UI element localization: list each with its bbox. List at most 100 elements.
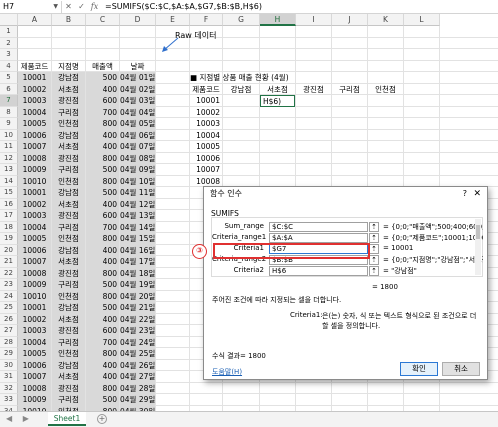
table-cell[interactable]: 04월 16일 [120, 244, 155, 256]
summary-code-cell[interactable]: 10003 [190, 118, 222, 130]
table-cell[interactable]: 10001 [18, 187, 51, 199]
summary-code-cell[interactable]: 10001 [190, 95, 222, 107]
row-header[interactable]: 9 [0, 118, 18, 130]
table-cell[interactable]: 10007 [18, 371, 51, 383]
table-cell[interactable]: 700 [86, 221, 119, 233]
table-cell[interactable]: 10006 [18, 129, 51, 141]
row-header[interactable]: 16 [0, 198, 18, 210]
row-header[interactable]: 6 [0, 83, 18, 95]
table-cell[interactable]: 광진점 [52, 382, 85, 394]
column-header[interactable]: E [156, 14, 190, 26]
table-cell[interactable]: 04월 07일 [120, 141, 155, 153]
table-cell[interactable]: 04월 18일 [120, 267, 155, 279]
table-cell[interactable]: 10001 [18, 302, 51, 314]
table-cell[interactable]: 04월 23일 [120, 325, 155, 337]
row-header[interactable]: 1 [0, 26, 18, 38]
table-cell[interactable]: 600 [86, 95, 119, 107]
argument-input[interactable]: $C:$C [269, 222, 368, 232]
table-cell[interactable]: 400 [86, 141, 119, 153]
table-cell[interactable]: 800 [86, 267, 119, 279]
table-cell[interactable]: 400 [86, 198, 119, 210]
table-cell[interactable]: 10005 [18, 348, 51, 360]
column-header[interactable]: I [296, 14, 332, 26]
table-cell[interactable]: 구리점 [52, 106, 85, 118]
table-cell[interactable]: 10003 [18, 95, 51, 107]
row-header[interactable]: 3 [0, 49, 18, 61]
row-header[interactable]: 29 [0, 348, 18, 360]
cancel-button[interactable]: 취소 [442, 362, 480, 376]
active-cell-h7[interactable]: H$6) [260, 95, 295, 107]
ok-button[interactable]: 확인 [400, 362, 438, 376]
table-cell[interactable]: 10005 [18, 233, 51, 245]
table-cell[interactable]: 500 [86, 187, 119, 199]
table-cell[interactable]: 광진점 [52, 210, 85, 222]
table-cell[interactable]: 10003 [18, 325, 51, 337]
table-cell[interactable]: 800 [86, 175, 119, 187]
row-header[interactable]: 31 [0, 371, 18, 383]
sheet-tab-sheet1[interactable]: Sheet1 [48, 412, 86, 426]
row-header[interactable]: 27 [0, 325, 18, 337]
table-cell[interactable]: 04월 19일 [120, 279, 155, 291]
table-cell[interactable]: 10002 [18, 198, 51, 210]
sheet-nav-arrows-icon[interactable]: ◀ ▶ [6, 414, 33, 423]
collapse-dialog-icon[interactable]: ⇡ [369, 255, 379, 265]
help-link[interactable]: 도움말(H) [212, 367, 242, 377]
table-cell[interactable]: 400 [86, 244, 119, 256]
table-cell[interactable]: 광진점 [52, 267, 85, 279]
table-cell[interactable]: 04월 14일 [120, 221, 155, 233]
summary-code-cell[interactable]: 10006 [190, 153, 222, 165]
table-cell[interactable]: 04월 26일 [120, 359, 155, 371]
row-header[interactable]: 21 [0, 256, 18, 268]
column-header[interactable]: A [18, 14, 52, 26]
table-cell[interactable]: 구리점 [52, 221, 85, 233]
column-header[interactable]: H [260, 14, 296, 26]
summary-code-cell[interactable]: 10005 [190, 141, 222, 153]
table-cell[interactable]: 04월 22일 [120, 313, 155, 325]
table-cell[interactable]: 구리점 [52, 279, 85, 291]
summary-code-cell[interactable]: 10004 [190, 130, 222, 142]
row-header[interactable]: 12 [0, 152, 18, 164]
table-cell[interactable]: 700 [86, 106, 119, 118]
row-header[interactable]: 30 [0, 359, 18, 371]
table-cell[interactable]: 04월 09일 [120, 164, 155, 176]
table-cell[interactable]: 10008 [18, 382, 51, 394]
table-cell[interactable]: 구리점 [52, 336, 85, 348]
table-cell[interactable]: 600 [86, 325, 119, 337]
table-cell[interactable]: 400 [86, 371, 119, 383]
table-cell[interactable]: 500 [86, 394, 119, 406]
table-cell[interactable]: 10004 [18, 336, 51, 348]
table-cell[interactable]: 04월 25일 [120, 348, 155, 360]
row-header[interactable]: 24 [0, 290, 18, 302]
table-cell[interactable]: 인천점 [52, 348, 85, 360]
row-header[interactable]: 13 [0, 164, 18, 176]
table-cell[interactable]: 10007 [18, 141, 51, 153]
table-cell[interactable]: 강남점 [52, 129, 85, 141]
table-cell[interactable]: 500 [86, 302, 119, 314]
table-cell[interactable]: 04월 17일 [120, 256, 155, 268]
table-cell[interactable]: 04월 28일 [120, 382, 155, 394]
table-cell[interactable]: 04월 13일 [120, 210, 155, 222]
column-header[interactable]: L [404, 14, 440, 26]
table-cell[interactable]: 광진점 [52, 152, 85, 164]
table-cell[interactable]: 서초점 [52, 371, 85, 383]
row-header[interactable]: 23 [0, 279, 18, 291]
table-cell[interactable]: 400 [86, 359, 119, 371]
row-header[interactable]: 4 [0, 60, 18, 72]
table-cell[interactable]: 인천점 [52, 118, 85, 130]
table-cell[interactable]: 10006 [18, 359, 51, 371]
insert-function-icon[interactable]: fx [88, 2, 101, 11]
row-header[interactable]: 7 [0, 95, 18, 107]
table-cell[interactable]: 04월 12일 [120, 198, 155, 210]
table-cell[interactable]: 10005 [18, 118, 51, 130]
column-header[interactable]: J [332, 14, 368, 26]
table-cell[interactable]: 강남점 [52, 72, 85, 84]
column-header[interactable]: K [368, 14, 404, 26]
table-cell[interactable]: 04월 03일 [120, 95, 155, 107]
table-cell[interactable]: 04월 01일 [120, 72, 155, 84]
row-header[interactable]: 14 [0, 175, 18, 187]
table-cell[interactable]: 800 [86, 118, 119, 130]
table-cell[interactable]: 04월 29일 [120, 394, 155, 406]
row-header[interactable]: 20 [0, 244, 18, 256]
column-header[interactable]: D [120, 14, 156, 26]
table-cell[interactable]: 800 [86, 233, 119, 245]
